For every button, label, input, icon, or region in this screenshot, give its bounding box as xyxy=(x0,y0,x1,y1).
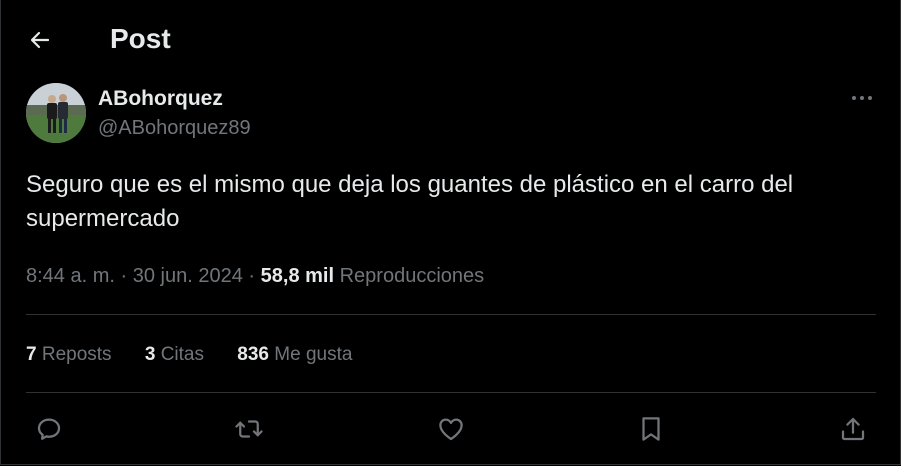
share-icon xyxy=(841,417,865,441)
meta-separator: · xyxy=(248,265,256,287)
divider xyxy=(26,314,876,315)
repost-button[interactable] xyxy=(232,412,266,446)
meta-separator: · xyxy=(120,265,128,287)
profile-photo xyxy=(26,83,86,143)
author-display-name[interactable]: ABohorquez xyxy=(98,86,223,112)
like-icon xyxy=(439,418,463,441)
likes-label: Me gusta xyxy=(274,344,353,365)
likes-count: 836 xyxy=(237,344,269,365)
repost-icon xyxy=(235,420,263,438)
post-date[interactable]: 30 jun. 2024 xyxy=(133,265,243,287)
post-time[interactable]: 8:44 a. m. xyxy=(26,265,115,287)
bookmark-button[interactable] xyxy=(634,412,668,446)
author-handle[interactable]: @ABohorquez89 xyxy=(98,115,251,141)
reposts-label: Reposts xyxy=(41,344,112,365)
quotes-label: Citas xyxy=(160,344,204,365)
avatar[interactable] xyxy=(26,83,86,143)
page-title: Post xyxy=(110,23,171,54)
post-meta: 8:44 a. m. · 30 jun. 2024 · 58,8 mil Rep… xyxy=(26,262,484,290)
likes-stat[interactable]: 836 Me gusta xyxy=(237,341,352,369)
quotes-count: 3 xyxy=(144,344,156,365)
reply-button[interactable] xyxy=(32,412,66,446)
divider xyxy=(26,392,876,393)
bookmark-icon xyxy=(642,417,660,441)
reposts-count: 7 xyxy=(26,344,37,365)
reply-icon xyxy=(37,418,61,440)
like-button[interactable] xyxy=(434,412,468,446)
back-button[interactable] xyxy=(22,22,58,58)
post-header: Post xyxy=(0,0,901,78)
reposts-stat[interactable]: 7 Reposts xyxy=(26,341,112,369)
views-count: 58,8 mil xyxy=(260,265,335,287)
share-button[interactable] xyxy=(836,412,870,446)
engagement-stats: 7 Reposts 3 Citas 836 Me gusta xyxy=(26,341,380,369)
views-label: Reproducciones xyxy=(339,265,485,287)
more-options-button[interactable] xyxy=(845,84,879,112)
arrow-left-icon xyxy=(30,31,50,49)
more-dots-icon xyxy=(852,96,872,100)
tweet-text: Seguro que es el mismo que deja los guan… xyxy=(26,171,794,232)
quotes-stat[interactable]: 3 Citas xyxy=(145,341,204,369)
